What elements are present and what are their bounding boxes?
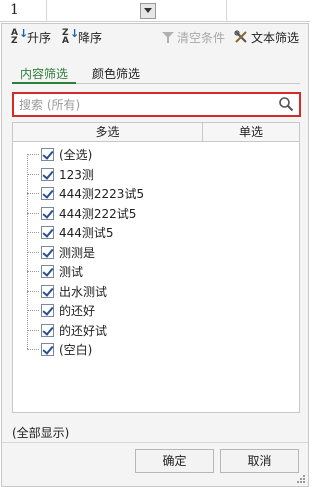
item-checkbox[interactable]	[41, 187, 54, 201]
tree-connector	[27, 251, 39, 253]
item-label: 444测试5	[59, 226, 114, 241]
tree-connector	[27, 173, 39, 175]
sort-toolbar: A Z ↓ 升序 Z A ↓ 降序 清空条件 文本筛选	[2, 24, 308, 50]
search-icon[interactable]	[278, 96, 294, 112]
multi-select-header[interactable]: 多选	[13, 123, 203, 142]
list-item[interactable]: 444测222试5	[13, 204, 299, 224]
item-label: 123测	[59, 167, 94, 182]
list-item[interactable]: 123测	[13, 165, 299, 185]
list-item[interactable]: 出水测试	[13, 282, 299, 302]
sort-descending-label: 降序	[78, 30, 103, 45]
ok-button[interactable]: 确定	[135, 449, 214, 473]
column-divider	[226, 0, 227, 22]
single-select-header[interactable]: 单选	[203, 123, 299, 142]
clear-conditions-label: 清空条件	[177, 30, 226, 45]
text-filter-tools-icon	[234, 30, 247, 43]
sort-descending-button[interactable]: Z A ↓ 降序	[62, 27, 102, 47]
item-checkbox[interactable]	[41, 323, 54, 337]
tab-content-filter[interactable]: 内容筛选	[12, 62, 77, 84]
sort-ascending-icon: A Z ↓	[11, 27, 29, 46]
item-label: (空白)	[59, 343, 93, 358]
tree-connector	[27, 193, 39, 195]
list-item[interactable]: 444测2223试5	[13, 184, 299, 204]
item-label: 的还好	[59, 304, 96, 319]
sort-descending-icon: Z A ↓	[62, 27, 80, 46]
sort-ascending-button[interactable]: A Z ↓ 升序	[11, 27, 51, 47]
list-item[interactable]: 的还好	[13, 301, 299, 321]
item-checkbox[interactable]	[41, 343, 54, 357]
list-item[interactable]: (全选)	[13, 145, 299, 165]
footer-divider	[2, 442, 308, 443]
cancel-button[interactable]: 取消	[220, 449, 299, 473]
list-item[interactable]: (空白)	[13, 340, 299, 360]
value-items: (全选) 123测 444测2223试5 444测222试5 444测试5 测测是测试出水…	[13, 145, 299, 360]
item-label: 444测222试5	[59, 206, 137, 221]
clear-conditions-button[interactable]: 清空条件	[162, 27, 225, 47]
item-checkbox[interactable]	[41, 265, 54, 279]
tree-connector	[27, 154, 39, 156]
tree-connector	[27, 329, 39, 331]
item-checkbox[interactable]	[41, 226, 54, 240]
item-checkbox[interactable]	[41, 206, 54, 220]
filter-dropdown-button[interactable]	[140, 3, 156, 19]
resize-grip[interactable]	[296, 474, 306, 484]
show-all-label: (全部显示)	[12, 426, 70, 440]
list-header: 多选 单选	[13, 123, 299, 142]
tree-connector	[27, 349, 39, 351]
dropdown-arrow-icon	[144, 8, 152, 13]
sheet-row-strip: 1	[0, 0, 310, 22]
row-number: 1	[10, 2, 19, 18]
list-item[interactable]: 444测试5	[13, 223, 299, 243]
search-box	[12, 92, 301, 117]
item-label: 的还好试	[59, 323, 108, 338]
list-item[interactable]: 测测是	[13, 243, 299, 263]
item-checkbox[interactable]	[41, 245, 54, 259]
tree-connector	[27, 212, 39, 214]
column-divider	[46, 0, 47, 22]
tree-connector	[27, 232, 39, 234]
filter-panel: A Z ↓ 升序 Z A ↓ 降序 清空条件 文本筛选 内容筛选 颜色筛选 搜索…	[1, 23, 309, 487]
value-list: 多选 单选 (全选) 123测 444测2223试5 444测222试5 444测试5 测…	[12, 122, 300, 413]
item-label: (全选)	[59, 148, 93, 163]
item-checkbox[interactable]	[41, 304, 54, 318]
list-item[interactable]: 测试	[13, 262, 299, 282]
clear-filter-icon	[162, 31, 174, 43]
filter-tabs: 内容筛选 颜色筛选	[12, 62, 300, 84]
item-label: 测试	[59, 265, 84, 280]
text-filter-button[interactable]: 文本筛选	[234, 27, 299, 47]
item-label: 测测是	[59, 245, 96, 260]
search-input[interactable]	[17, 96, 279, 113]
item-label: 444测2223试5	[59, 187, 145, 202]
tree-connector	[27, 271, 39, 273]
tab-color-filter[interactable]: 颜色筛选	[84, 62, 148, 84]
list-item[interactable]: 的还好试	[13, 321, 299, 341]
item-checkbox[interactable]	[41, 148, 54, 162]
item-label: 出水测试	[59, 284, 108, 299]
tree-connector	[27, 310, 39, 312]
item-checkbox[interactable]	[41, 284, 54, 298]
tree-connector	[27, 290, 39, 292]
sort-ascending-label: 升序	[27, 30, 52, 45]
item-checkbox[interactable]	[41, 167, 54, 181]
text-filter-label: 文本筛选	[251, 30, 300, 45]
